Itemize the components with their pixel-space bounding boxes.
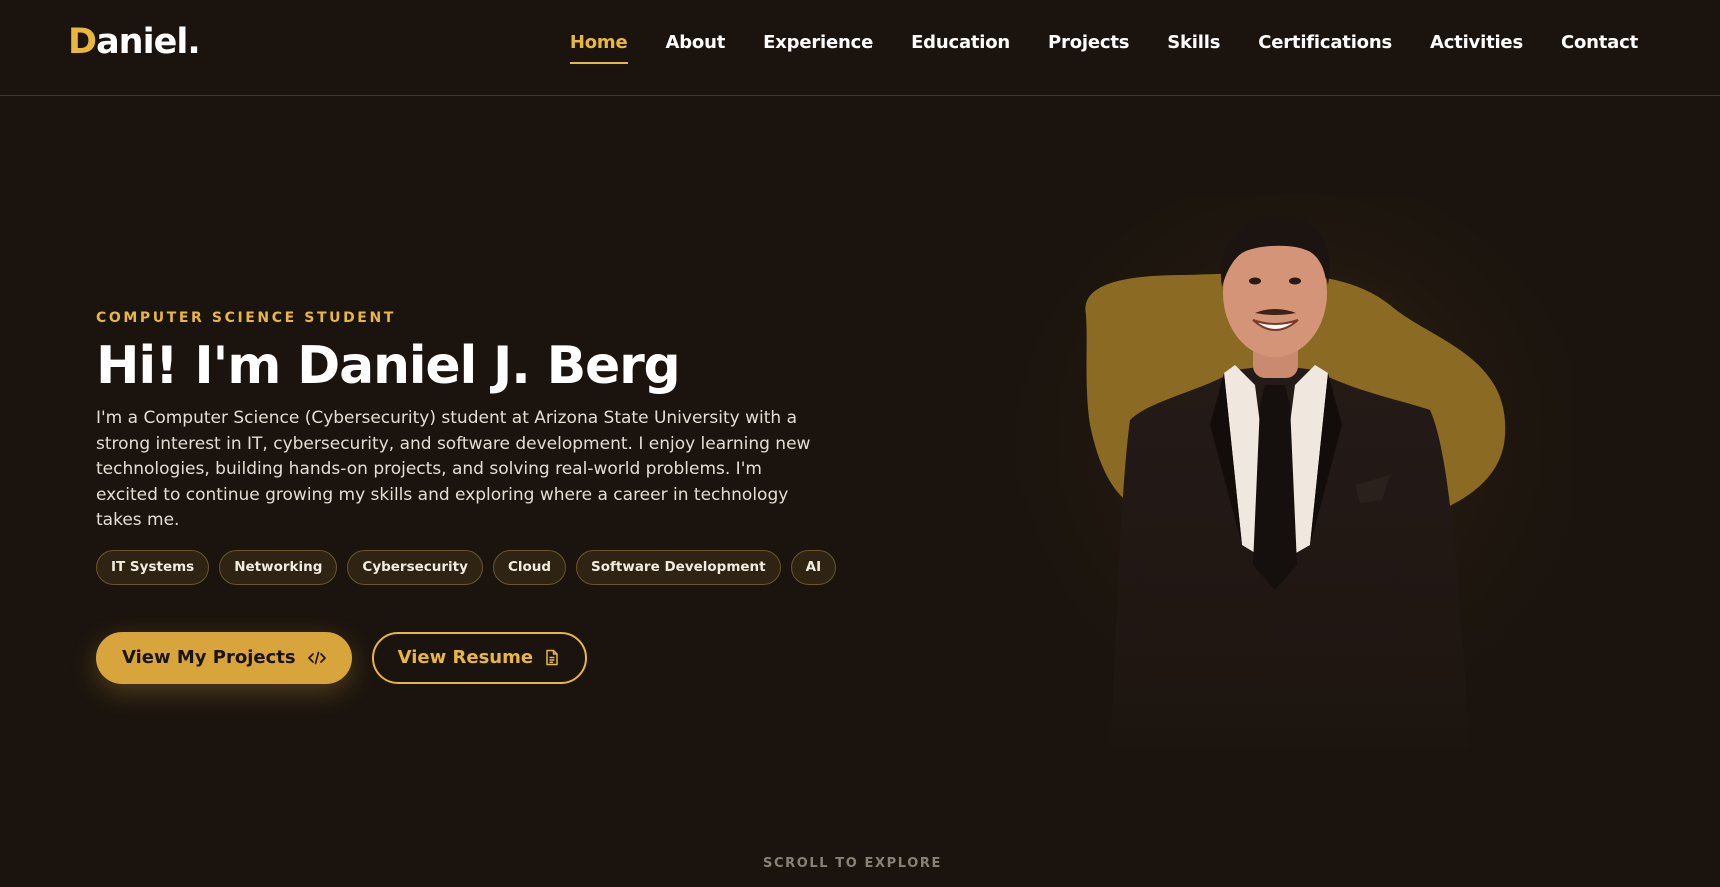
view-projects-label: View My Projects [122, 647, 296, 668]
nav-item-contact[interactable]: Contact [1561, 32, 1638, 53]
view-resume-label: View Resume [397, 647, 534, 668]
site-header: Daniel. Home About Experience Education … [0, 0, 1720, 96]
hero-actions: View My Projects View Resume [96, 631, 836, 684]
skill-tag: Software Development [576, 549, 781, 585]
portrait-tie [1253, 385, 1297, 590]
scroll-hint[interactable]: SCROLL TO EXPLORE [0, 856, 1705, 871]
nav-item-experience[interactable]: Experience [763, 32, 873, 53]
portrait-eye-left [1249, 277, 1261, 285]
nav-item-education[interactable]: Education [911, 32, 1010, 53]
code-icon [307, 651, 326, 665]
site-logo[interactable]: Daniel. [68, 18, 201, 66]
nav-item-activities[interactable]: Activities [1430, 32, 1523, 53]
main-nav: Home About Experience Education Projects… [569, 0, 1638, 84]
hero-section: COMPUTER SCIENCE STUDENT Hi! I'm Daniel … [96, 310, 837, 684]
skill-tag: AI [790, 549, 837, 585]
view-resume-button[interactable]: View Resume [371, 631, 588, 684]
profile-portrait [1010, 195, 1570, 765]
skill-tags: IT Systems Networking Cybersecurity Clou… [96, 549, 837, 585]
nav-item-skills[interactable]: Skills [1167, 32, 1220, 53]
skill-tag: Cybersecurity [347, 549, 483, 585]
portfolio-page: Daniel. Home About Experience Education … [0, 0, 1720, 887]
skill-tag: Networking [219, 549, 338, 585]
hero-eyebrow: COMPUTER SCIENCE STUDENT [96, 310, 396, 326]
portrait-eye-right [1289, 277, 1301, 285]
nav-item-certifications[interactable]: Certifications [1258, 32, 1392, 53]
skill-tag: Cloud [492, 549, 567, 585]
nav-item-home[interactable]: Home [569, 32, 628, 64]
nav-item-projects[interactable]: Projects [1048, 32, 1129, 53]
hero-title: Hi! I'm Daniel J. Berg [96, 336, 681, 396]
document-icon [545, 649, 559, 666]
view-projects-button[interactable]: View My Projects [96, 631, 352, 684]
logo-text: aniel. [96, 22, 201, 62]
logo-initial: D [68, 22, 97, 62]
hero-bio: I'm a Computer Science (Cybersecurity) s… [96, 408, 811, 530]
nav-item-about[interactable]: About [666, 32, 726, 53]
skill-tag: IT Systems [96, 549, 210, 585]
